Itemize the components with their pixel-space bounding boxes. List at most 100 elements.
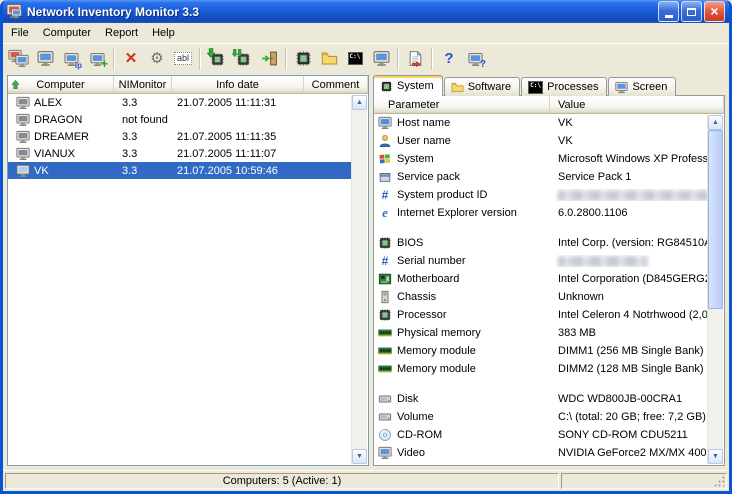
status-bar: Computers: 5 (Active: 1) <box>3 470 729 491</box>
param-row-volume[interactable]: Volume C:\ (total: 20 GB; free: 7,2 GB) <box>374 408 707 426</box>
computer-row-dragon[interactable]: DRAGON not found <box>8 111 351 128</box>
get-inventory-button[interactable] <box>204 46 230 72</box>
exit-button[interactable] <box>256 46 282 72</box>
add-computer-plus-icon: + <box>87 49 107 69</box>
tab-software[interactable]: Software <box>444 77 520 96</box>
title-bar: Network Inventory Monitor 3.3 × <box>3 0 729 23</box>
view-software-button[interactable] <box>316 46 342 72</box>
column-header-parameter[interactable]: Parameter <box>374 96 550 114</box>
param-row-physical-memory[interactable]: Physical memory 383 MB <box>374 324 707 342</box>
scroll-track[interactable] <box>352 110 367 449</box>
column-header-nimonitor[interactable]: NIMonitor <box>114 76 172 94</box>
menu-help[interactable]: Help <box>145 24 182 42</box>
param-row-user-name[interactable]: User name VK <box>374 132 707 150</box>
system-info-scrollbar[interactable]: ▲ ▼ <box>707 115 723 464</box>
delete-computer-button[interactable]: ✕ <box>118 46 144 72</box>
memory-module-icon <box>378 344 392 358</box>
scroll-down-button[interactable]: ▼ <box>708 449 723 464</box>
computer-name: DRAGON <box>34 114 82 126</box>
column-label: Parameter <box>388 99 439 111</box>
scroll-up-button[interactable]: ▲ <box>352 95 367 110</box>
menu-file[interactable]: File <box>4 24 36 42</box>
options-button[interactable]: ⚙ <box>144 46 170 72</box>
toolbar-separator <box>397 48 399 70</box>
service-pack-icon <box>378 170 392 184</box>
computers-scrollbar[interactable]: ▲ ▼ <box>351 95 367 464</box>
find-computers-button[interactable] <box>6 46 32 72</box>
toolbar: ip + ✕ ⚙ abl <box>3 43 729 73</box>
chassis-icon <box>378 290 392 304</box>
about-button[interactable]: ? <box>462 46 488 72</box>
cdrom-icon <box>378 428 392 442</box>
add-computer-button[interactable] <box>32 46 58 72</box>
host-name-icon <box>378 116 392 130</box>
add-new-computer-button[interactable]: + <box>84 46 110 72</box>
view-system-button[interactable] <box>290 46 316 72</box>
scroll-track[interactable] <box>708 130 723 449</box>
computer-row-alex[interactable]: ALEX 3.3 21.07.2005 11:11:31 <box>8 94 351 111</box>
param-row-video[interactable]: Video NVIDIA GeForce2 MX/MX 400 <box>374 444 707 462</box>
tab-label: Software <box>468 81 511 93</box>
help-icon: ? <box>444 51 453 66</box>
resize-grip[interactable] <box>713 475 726 488</box>
export-report-button[interactable] <box>402 46 428 72</box>
view-screen-button[interactable] <box>368 46 394 72</box>
bios-chip-icon <box>378 236 392 250</box>
monitor-icon <box>615 81 628 94</box>
scroll-up-button[interactable]: ▲ <box>708 115 723 130</box>
get-inventory-all-button[interactable] <box>230 46 256 72</box>
column-header-computer[interactable]: Computer <box>8 76 114 94</box>
status-panel-right <box>561 473 727 489</box>
param-value: Intel Corporation (D845GERG2, v... <box>550 273 707 285</box>
column-header-comment[interactable]: Comment <box>304 76 368 94</box>
param-label: Physical memory <box>397 327 481 339</box>
param-row-serial-number[interactable]: #Serial number <box>374 252 707 270</box>
tab-screen[interactable]: Screen <box>608 77 676 96</box>
param-row-ie-version[interactable]: eInternet Explorer version 6.0.2800.1106 <box>374 204 707 222</box>
add-computer-by-ip-button[interactable]: ip <box>58 46 84 72</box>
processor-icon <box>378 308 392 322</box>
param-row-cdrom[interactable]: CD-ROM SONY CD-ROM CDU5211 <box>374 426 707 444</box>
menu-computer[interactable]: Computer <box>36 24 98 42</box>
param-label: CD-ROM <box>397 429 442 441</box>
info-date: 21.07.2005 11:11:07 <box>172 148 304 160</box>
tab-processes[interactable]: C:\ Processes <box>521 77 607 96</box>
param-value: VK <box>550 135 707 147</box>
view-processes-button[interactable]: C:\ <box>342 46 368 72</box>
close-button[interactable]: × <box>704 1 725 22</box>
column-label: Computer <box>36 79 84 91</box>
computers-icon <box>8 49 30 69</box>
help-button[interactable]: ? <box>436 46 462 72</box>
column-header-info-date[interactable]: Info date <box>172 76 304 94</box>
param-row-memory-module-1[interactable]: Memory module DIMM1 (256 MB Single Bank)… <box>374 342 707 360</box>
computer-row-vianux[interactable]: VIANUX 3.3 21.07.2005 11:11:07 <box>8 145 351 162</box>
param-label: Volume <box>397 411 434 423</box>
rename-button[interactable]: abl <box>170 46 196 72</box>
menu-report[interactable]: Report <box>98 24 145 42</box>
column-header-value[interactable]: Value <box>550 96 724 114</box>
param-row-disk[interactable]: Disk WDC WD800JB-00CRA1 <box>374 390 707 408</box>
param-row-system[interactable]: System Microsoft Windows XP Profession..… <box>374 150 707 168</box>
toolbar-separator <box>113 48 115 70</box>
param-row-processor[interactable]: Processor Intel Celeron 4 Notrhwood (2,0… <box>374 306 707 324</box>
scroll-thumb[interactable] <box>708 130 723 309</box>
minimize-button[interactable] <box>658 1 679 22</box>
computer-row-dreamer[interactable]: DREAMER 3.3 21.07.2005 11:11:35 <box>8 128 351 145</box>
computer-row-vk-selected[interactable]: VK 3.3 21.07.2005 10:59:46 <box>8 162 351 179</box>
param-row-motherboard[interactable]: Motherboard Intel Corporation (D845GERG2… <box>374 270 707 288</box>
maximize-button[interactable] <box>681 1 702 22</box>
redacted-value <box>558 190 707 201</box>
param-row-service-pack[interactable]: Service pack Service Pack 1 <box>374 168 707 186</box>
param-row-bios[interactable]: BIOS Intel Corp. (version: RG84510A.8... <box>374 234 707 252</box>
hash-icon: # <box>378 188 392 202</box>
param-row-host-name[interactable]: Host name VK <box>374 114 707 132</box>
nimonitor-version: not found <box>114 114 172 126</box>
tab-system[interactable]: System <box>373 75 443 96</box>
computer-name: VIANUX <box>34 148 75 160</box>
param-row-chassis[interactable]: Chassis Unknown <box>374 288 707 306</box>
scroll-down-button[interactable]: ▼ <box>352 449 367 464</box>
param-row-memory-module-2[interactable]: Memory module DIMM2 (128 MB Single Bank)… <box>374 360 707 378</box>
param-label: Video <box>397 447 425 459</box>
info-date: 21.07.2005 11:11:31 <box>172 97 304 109</box>
param-row-product-id[interactable]: #System product ID <box>374 186 707 204</box>
